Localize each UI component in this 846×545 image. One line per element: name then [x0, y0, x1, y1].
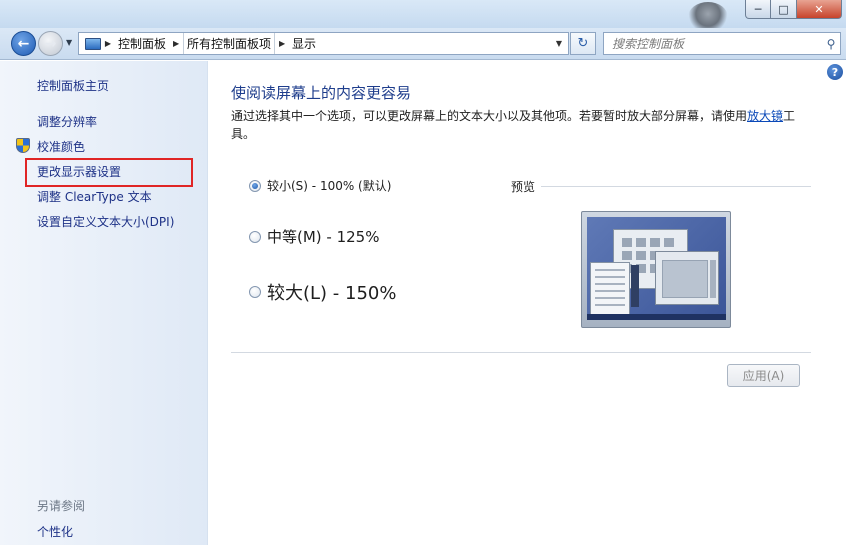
- option-smaller-label: 较小(S) - 100% (默认): [267, 179, 392, 193]
- page-description: 通过选择其中一个选项，可以更改屏幕上的文本大小以及其他项。若要暂时放大部分屏幕，…: [231, 107, 811, 143]
- sidebar-item-personalization[interactable]: 个性化: [37, 523, 73, 540]
- help-icon[interactable]: ?: [827, 64, 843, 80]
- breadcrumb-separator-icon[interactable]: ▶: [169, 39, 183, 48]
- breadcrumb-control-panel[interactable]: 控制面板: [115, 35, 169, 52]
- breadcrumb-separator-icon[interactable]: ▶: [275, 39, 289, 48]
- sidebar-item-calibrate-color[interactable]: 校准颜色: [37, 138, 85, 155]
- radio-larger[interactable]: [249, 286, 261, 298]
- breadcrumb-separator-icon[interactable]: ▶: [101, 39, 115, 48]
- highlight-annotation-box: [25, 158, 193, 187]
- search-input[interactable]: [604, 34, 822, 53]
- option-larger[interactable]: 较大(L) - 150%: [249, 279, 396, 305]
- title-bar: ─ □ ✕: [0, 0, 846, 32]
- content-divider: [231, 352, 811, 353]
- uac-shield-icon: [16, 138, 30, 153]
- chevron-down-icon: ▼: [66, 38, 73, 47]
- option-medium-label: 中等(M) - 125%: [267, 228, 380, 246]
- address-dropdown-icon[interactable]: ▼: [550, 39, 568, 48]
- display-preview-image: [581, 211, 731, 328]
- see-also-heading: 另请参阅: [37, 499, 86, 513]
- sidebar-item-adjust-resolution[interactable]: 调整分辨率: [37, 113, 97, 130]
- breadcrumb-all-items[interactable]: 所有控制面板项: [183, 33, 276, 54]
- sidebar-control-panel-home[interactable]: 控制面板主页: [37, 77, 109, 94]
- option-medium[interactable]: 中等(M) - 125%: [249, 226, 379, 247]
- minimize-button[interactable]: ─: [745, 0, 771, 19]
- recent-pages-dropdown[interactable]: ▼: [66, 38, 72, 47]
- radio-smaller[interactable]: [249, 179, 261, 192]
- description-text: 通过选择其中一个选项，可以更改屏幕上的文本大小以及其他项。若要暂时放大部分屏幕，…: [231, 109, 748, 123]
- breadcrumb-display[interactable]: 显示: [289, 35, 319, 52]
- arrow-right-icon: →: [44, 35, 57, 52]
- magnifier-link[interactable]: 放大镜: [747, 109, 783, 123]
- page-title: 使阅读屏幕上的内容更容易: [231, 84, 412, 102]
- arrow-left-icon: ←: [17, 35, 30, 52]
- sidebar-item-custom-dpi[interactable]: 设置自定义文本大小(DPI): [37, 213, 174, 230]
- search-icon[interactable]: ⚲: [822, 37, 840, 51]
- close-button[interactable]: ✕: [797, 0, 842, 19]
- search-box[interactable]: ⚲: [603, 32, 841, 55]
- option-larger-label: 较大(L) - 150%: [267, 283, 397, 304]
- navigation-bar: ← → ▼ ▶ 控制面板 ▶ 所有控制面板项 ▶ 显示 ▼ ↻ ⚲: [0, 28, 846, 60]
- preview-taskbar: [587, 314, 726, 320]
- refresh-icon: ↻: [577, 36, 589, 51]
- apply-button[interactable]: 应用(A): [727, 364, 800, 387]
- sidebar: 控制面板主页 调整分辨率 校准颜色 更改显示器设置 调整 ClearType 文…: [0, 61, 208, 545]
- preview-screen: [587, 217, 726, 320]
- preview-window-panel: [655, 251, 719, 305]
- preview-divider: [541, 186, 811, 187]
- back-button[interactable]: ←: [11, 31, 36, 56]
- preview-window-scrollbar: [631, 265, 639, 307]
- preview-label: 预览: [511, 180, 536, 194]
- radio-medium[interactable]: [249, 230, 261, 243]
- control-panel-icon: [85, 37, 101, 50]
- address-bar[interactable]: ▶ 控制面板 ▶ 所有控制面板项 ▶ 显示 ▼: [78, 32, 569, 55]
- refresh-button[interactable]: ↻: [570, 32, 596, 55]
- forward-button[interactable]: →: [38, 31, 63, 56]
- sidebar-item-adjust-cleartype[interactable]: 调整 ClearType 文本: [37, 188, 152, 205]
- preview-window-list: [590, 262, 630, 318]
- window-caption-buttons: ─ □ ✕: [745, 0, 842, 19]
- maximize-button[interactable]: □: [771, 0, 797, 19]
- option-smaller[interactable]: 较小(S) - 100% (默认): [249, 177, 391, 194]
